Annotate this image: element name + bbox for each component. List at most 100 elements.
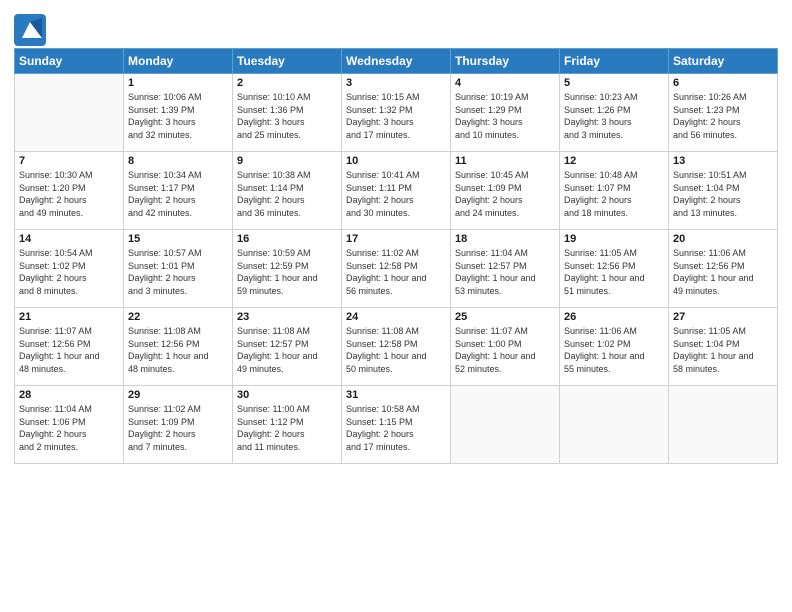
- day-number: 8: [128, 155, 228, 167]
- calendar-cell: 18 Sunrise: 11:04 AM Sunset: 12:57 PM Day…: [451, 230, 560, 308]
- day-number: 16: [237, 233, 337, 245]
- calendar-cell: 20 Sunrise: 11:06 AM Sunset: 12:56 PM Day…: [669, 230, 778, 308]
- day-number: 1: [128, 77, 228, 89]
- day-info: Sunrise: 10:26 AM Sunset: 1:23 PM Daylig…: [673, 91, 773, 141]
- day-info: Sunrise: 11:07 AM Sunset: 1:00 PM Daylig…: [455, 325, 555, 375]
- day-info: Sunrise: 11:07 AM Sunset: 12:56 PM Dayli…: [19, 325, 119, 375]
- weekday-header-saturday: Saturday: [669, 49, 778, 74]
- day-number: 24: [346, 311, 446, 323]
- day-info: Sunrise: 11:06 AM Sunset: 12:56 PM Dayli…: [673, 247, 773, 297]
- calendar-cell: [560, 386, 669, 464]
- calendar-cell: [15, 74, 124, 152]
- day-number: 15: [128, 233, 228, 245]
- day-number: 4: [455, 77, 555, 89]
- day-number: 19: [564, 233, 664, 245]
- calendar-cell: 21 Sunrise: 11:07 AM Sunset: 12:56 PM Day…: [15, 308, 124, 386]
- calendar-cell: 17Sunrise: 11:02 AM Sunset: 12:58 PM Day…: [342, 230, 451, 308]
- weekday-header-wednesday: Wednesday: [342, 49, 451, 74]
- day-info: Sunrise: 11:06 AM Sunset: 1:02 PM Daylig…: [564, 325, 664, 375]
- calendar-cell: 10 Sunrise: 10:41 AM Sunset: 1:11 PM Dayl…: [342, 152, 451, 230]
- day-info: Sunrise: 11:08 AM Sunset: 12:56 PM Dayli…: [128, 325, 228, 375]
- weekday-header-tuesday: Tuesday: [233, 49, 342, 74]
- day-number: 10: [346, 155, 446, 167]
- calendar-cell: 30 Sunrise: 11:00 AM Sunset: 1:12 PM Dayl…: [233, 386, 342, 464]
- day-info: Sunrise: 10:48 AM Sunset: 1:07 PM Daylig…: [564, 169, 664, 219]
- day-number: 27: [673, 311, 773, 323]
- day-info: Sunrise: 11:04 AM Sunset: 12:57 PM Dayli…: [455, 247, 555, 297]
- weekday-header-friday: Friday: [560, 49, 669, 74]
- day-info: Sunrise: 11:08 AM Sunset: 12:57 PM Dayli…: [237, 325, 337, 375]
- week-row-2: 14Sunrise: 10:54 AM Sunset: 1:02 PM Dayl…: [15, 230, 778, 308]
- calendar-cell: 3Sunrise: 10:15 AM Sunset: 1:32 PM Dayli…: [342, 74, 451, 152]
- day-info: Sunrise: 10:15 AM Sunset: 1:32 PM Daylig…: [346, 91, 446, 141]
- calendar-cell: 22 Sunrise: 11:08 AM Sunset: 12:56 PM Day…: [124, 308, 233, 386]
- day-number: 28: [19, 389, 119, 401]
- calendar-cell: 4 Sunrise: 10:19 AM Sunset: 1:29 PM Dayli…: [451, 74, 560, 152]
- day-info: Sunrise: 10:19 AM Sunset: 1:29 PM Daylig…: [455, 91, 555, 141]
- calendar-cell: 25 Sunrise: 11:07 AM Sunset: 1:00 PM Dayl…: [451, 308, 560, 386]
- day-number: 9: [237, 155, 337, 167]
- day-info: Sunrise: 10:51 AM Sunset: 1:04 PM Daylig…: [673, 169, 773, 219]
- day-info: Sunrise: 10:34 AM Sunset: 1:17 PM Daylig…: [128, 169, 228, 219]
- day-info: Sunrise: 11:08 AM Sunset: 12:58 PM Dayli…: [346, 325, 446, 375]
- day-info: Sunrise: 10:06 AM Sunset: 1:39 PM Daylig…: [128, 91, 228, 141]
- day-info: Sunrise: 11:02 AM Sunset: 1:09 PM Daylig…: [128, 403, 228, 453]
- day-number: 11: [455, 155, 555, 167]
- day-number: 7: [19, 155, 119, 167]
- day-number: 13: [673, 155, 773, 167]
- day-info: Sunrise: 10:23 AM Sunset: 1:26 PM Daylig…: [564, 91, 664, 141]
- day-info: Sunrise: 10:10 AM Sunset: 1:36 PM Daylig…: [237, 91, 337, 141]
- calendar-cell: [451, 386, 560, 464]
- calendar-table: SundayMondayTuesdayWednesdayThursdayFrid…: [14, 48, 778, 464]
- weekday-header-sunday: Sunday: [15, 49, 124, 74]
- day-number: 29: [128, 389, 228, 401]
- day-number: 26: [564, 311, 664, 323]
- calendar-cell: 24 Sunrise: 11:08 AM Sunset: 12:58 PM Day…: [342, 308, 451, 386]
- day-number: 20: [673, 233, 773, 245]
- calendar-cell: 11 Sunrise: 10:45 AM Sunset: 1:09 PM Dayl…: [451, 152, 560, 230]
- day-info: Sunrise: 11:02 AM Sunset: 12:58 PM Dayli…: [346, 247, 446, 297]
- logo-icon: [14, 14, 42, 42]
- day-number: 31: [346, 389, 446, 401]
- calendar-cell: 26 Sunrise: 11:06 AM Sunset: 1:02 PM Dayl…: [560, 308, 669, 386]
- day-number: 23: [237, 311, 337, 323]
- calendar-cell: 28Sunrise: 11:04 AM Sunset: 1:06 PM Dayl…: [15, 386, 124, 464]
- day-info: Sunrise: 11:00 AM Sunset: 1:12 PM Daylig…: [237, 403, 337, 453]
- calendar-cell: 19 Sunrise: 11:05 AM Sunset: 12:56 PM Day…: [560, 230, 669, 308]
- calendar-cell: 9 Sunrise: 10:38 AM Sunset: 1:14 PM Dayli…: [233, 152, 342, 230]
- calendar-cell: 7 Sunrise: 10:30 AM Sunset: 1:20 PM Dayli…: [15, 152, 124, 230]
- calendar-cell: 2Sunrise: 10:10 AM Sunset: 1:36 PM Dayli…: [233, 74, 342, 152]
- calendar-cell: 16Sunrise: 10:59 AM Sunset: 12:59 PM Day…: [233, 230, 342, 308]
- calendar-cell: 29 Sunrise: 11:02 AM Sunset: 1:09 PM Dayl…: [124, 386, 233, 464]
- logo: [14, 14, 44, 42]
- day-info: Sunrise: 10:45 AM Sunset: 1:09 PM Daylig…: [455, 169, 555, 219]
- day-info: Sunrise: 10:57 AM Sunset: 1:01 PM Daylig…: [128, 247, 228, 297]
- day-number: 21: [19, 311, 119, 323]
- weekday-header-row: SundayMondayTuesdayWednesdayThursdayFrid…: [15, 49, 778, 74]
- page-container: SundayMondayTuesdayWednesdayThursdayFrid…: [0, 0, 792, 470]
- header: [14, 10, 778, 42]
- day-info: Sunrise: 11:05 AM Sunset: 12:56 PM Dayli…: [564, 247, 664, 297]
- day-number: 22: [128, 311, 228, 323]
- week-row-3: 21 Sunrise: 11:07 AM Sunset: 12:56 PM Day…: [15, 308, 778, 386]
- calendar-cell: 31Sunrise: 10:58 AM Sunset: 1:15 PM Dayl…: [342, 386, 451, 464]
- day-number: 6: [673, 77, 773, 89]
- calendar-cell: 6 Sunrise: 10:26 AM Sunset: 1:23 PM Dayli…: [669, 74, 778, 152]
- day-number: 14: [19, 233, 119, 245]
- calendar-cell: 14Sunrise: 10:54 AM Sunset: 1:02 PM Dayl…: [15, 230, 124, 308]
- calendar-cell: 23 Sunrise: 11:08 AM Sunset: 12:57 PM Day…: [233, 308, 342, 386]
- day-number: 12: [564, 155, 664, 167]
- calendar-cell: [669, 386, 778, 464]
- day-number: 18: [455, 233, 555, 245]
- day-number: 25: [455, 311, 555, 323]
- calendar-cell: 1 Sunrise: 10:06 AM Sunset: 1:39 PM Dayli…: [124, 74, 233, 152]
- day-info: Sunrise: 10:41 AM Sunset: 1:11 PM Daylig…: [346, 169, 446, 219]
- weekday-header-thursday: Thursday: [451, 49, 560, 74]
- calendar-cell: 15 Sunrise: 10:57 AM Sunset: 1:01 PM Dayl…: [124, 230, 233, 308]
- weekday-header-monday: Monday: [124, 49, 233, 74]
- day-number: 30: [237, 389, 337, 401]
- day-info: Sunrise: 10:30 AM Sunset: 1:20 PM Daylig…: [19, 169, 119, 219]
- day-info: Sunrise: 10:38 AM Sunset: 1:14 PM Daylig…: [237, 169, 337, 219]
- calendar-cell: 27Sunrise: 11:05 AM Sunset: 1:04 PM Dayl…: [669, 308, 778, 386]
- calendar-cell: 8 Sunrise: 10:34 AM Sunset: 1:17 PM Dayli…: [124, 152, 233, 230]
